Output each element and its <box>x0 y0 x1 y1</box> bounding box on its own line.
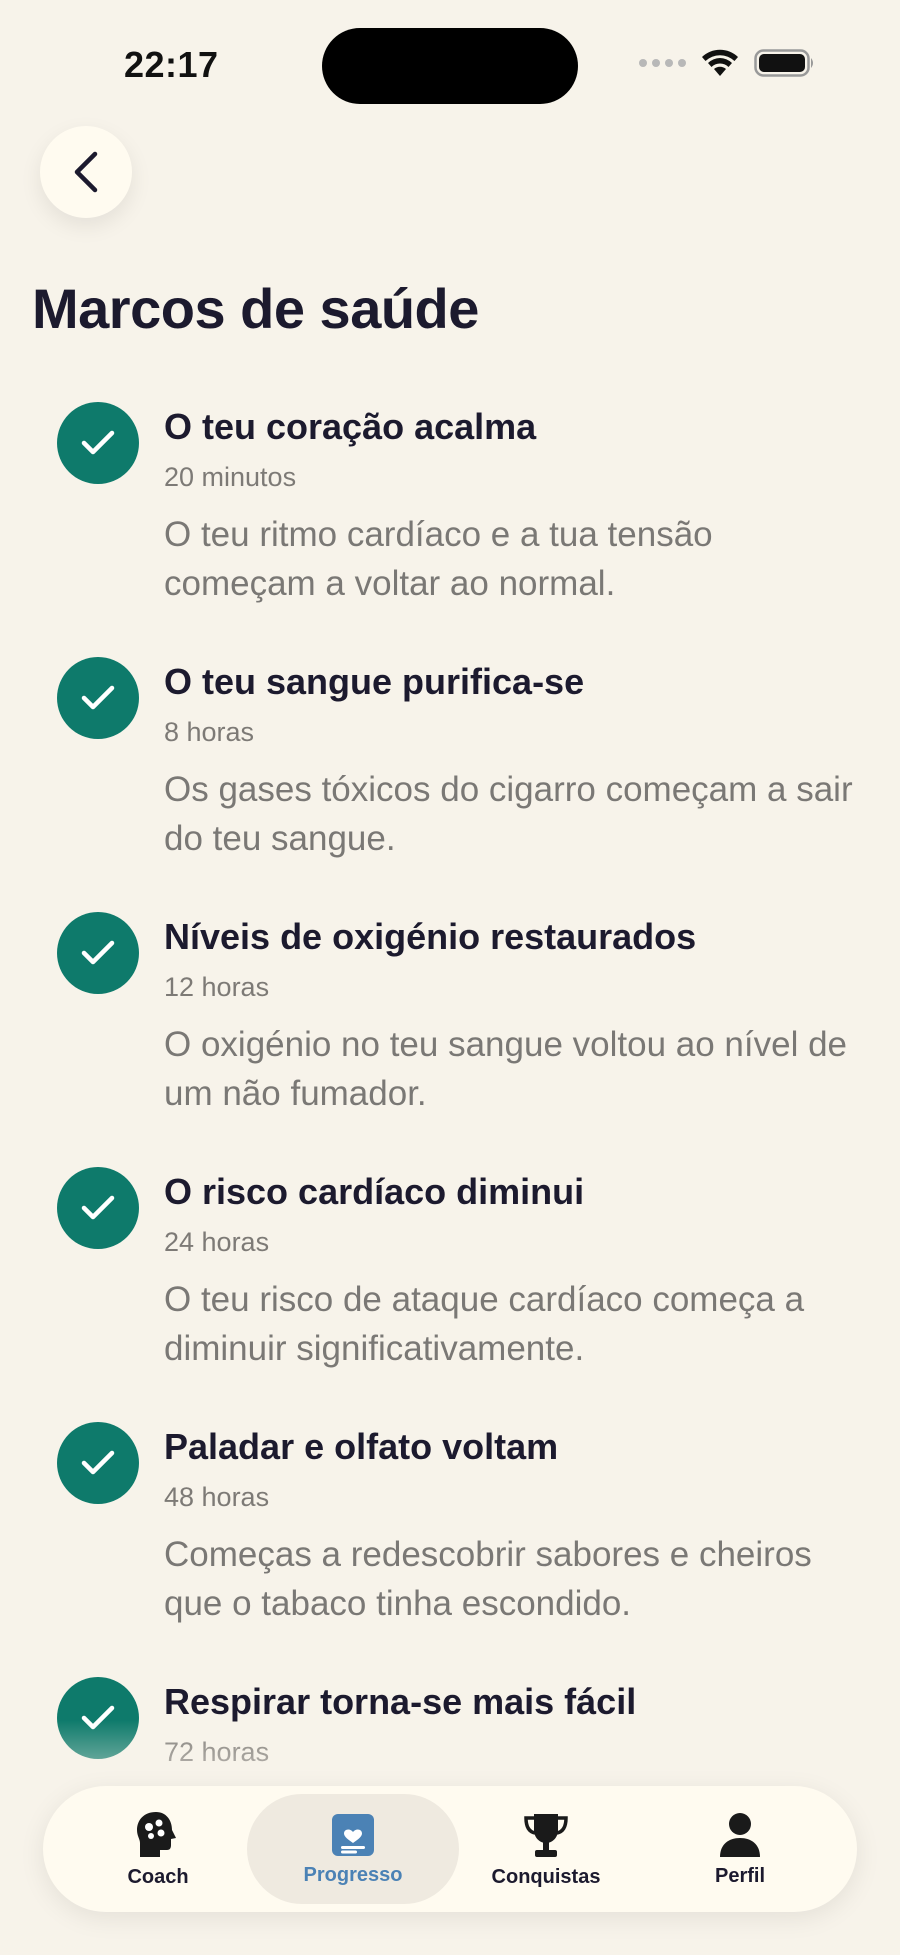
battery-icon <box>754 49 813 77</box>
milestone-description: O oxigénio no teu sangue voltou ao nível… <box>164 1025 847 1113</box>
check-icon <box>57 912 139 994</box>
tab-label: Perfil <box>714 1864 766 1887</box>
milestone-title: O teu sangue purifica-se <box>164 661 585 702</box>
trophy-icon <box>524 1813 568 1857</box>
check-icon <box>57 1422 139 1504</box>
milestone-description: Começas a redescobrir sabores e cheiros … <box>164 1535 812 1623</box>
milestone-title: O teu coração acalma <box>164 406 537 447</box>
milestone-time: 20 minutos <box>164 462 297 492</box>
milestone-time: 72 horas <box>164 1737 270 1767</box>
milestone-description: O teu risco de ataque cardíaco começa a … <box>164 1280 805 1368</box>
tab-conquistas[interactable]: Conquistas <box>461 1786 631 1912</box>
milestone-list: O teu coração acalma 20 minutos O teu ri… <box>0 396 900 1926</box>
milestone-item[interactable]: O teu coração acalma 20 minutos O teu ri… <box>0 396 900 651</box>
milestone-title: Respirar torna-se mais fácil <box>164 1681 637 1722</box>
check-icon <box>57 657 139 739</box>
milestones-screen: 22:17 Marcos de saúde O teu coração acal… <box>0 0 900 1955</box>
status-bar: 22:17 <box>0 0 900 110</box>
milestone-title: Paladar e olfato voltam <box>164 1426 559 1467</box>
page-title: Marcos de saúde <box>32 277 479 340</box>
dynamic-island <box>322 28 578 104</box>
milestone-item[interactable]: O teu sangue purifica-se 8 horas Os gase… <box>0 651 900 906</box>
tab-perfil[interactable]: Perfil <box>655 1786 825 1912</box>
milestone-time: 8 horas <box>164 717 255 747</box>
milestone-title: O risco cardíaco diminui <box>164 1171 585 1212</box>
check-icon <box>57 402 139 484</box>
tab-coach[interactable]: Coach <box>73 1786 243 1912</box>
profile-icon <box>720 1812 760 1857</box>
wifi-icon <box>702 49 738 76</box>
tab-label: Coach <box>127 1865 189 1888</box>
milestone-item[interactable]: Paladar e olfato voltam 48 horas Começas… <box>0 1416 900 1671</box>
milestone-item[interactable]: O risco cardíaco diminui 24 horas O teu … <box>0 1161 900 1416</box>
bottom-tab-bar: Coach Progresso Conquistas Perfil <box>43 1786 857 1912</box>
signal-icon <box>639 59 686 67</box>
status-icons <box>639 48 816 78</box>
coach-head-icon <box>137 1811 176 1857</box>
progress-card-icon <box>332 1813 374 1856</box>
back-button[interactable] <box>40 126 132 218</box>
check-icon <box>57 1677 139 1759</box>
milestone-time: 48 horas <box>164 1482 270 1512</box>
status-time: 22:17 <box>124 44 219 85</box>
milestone-description: O teu ritmo cardíaco e a tua tensão come… <box>164 515 713 603</box>
tab-label: Conquistas <box>491 1865 601 1888</box>
milestone-time: 12 horas <box>164 972 270 1002</box>
tab-progresso[interactable]: Progresso <box>247 1794 459 1904</box>
milestone-description: Os gases tóxicos do cigarro começam a sa… <box>164 770 853 858</box>
chevron-left-icon <box>74 151 98 193</box>
tab-label: Progresso <box>303 1863 403 1886</box>
milestone-title: Níveis de oxigénio restaurados <box>164 916 697 957</box>
milestone-item[interactable]: Níveis de oxigénio restaurados 12 horas … <box>0 906 900 1161</box>
milestone-time: 24 horas <box>164 1227 270 1257</box>
check-icon <box>57 1167 139 1249</box>
